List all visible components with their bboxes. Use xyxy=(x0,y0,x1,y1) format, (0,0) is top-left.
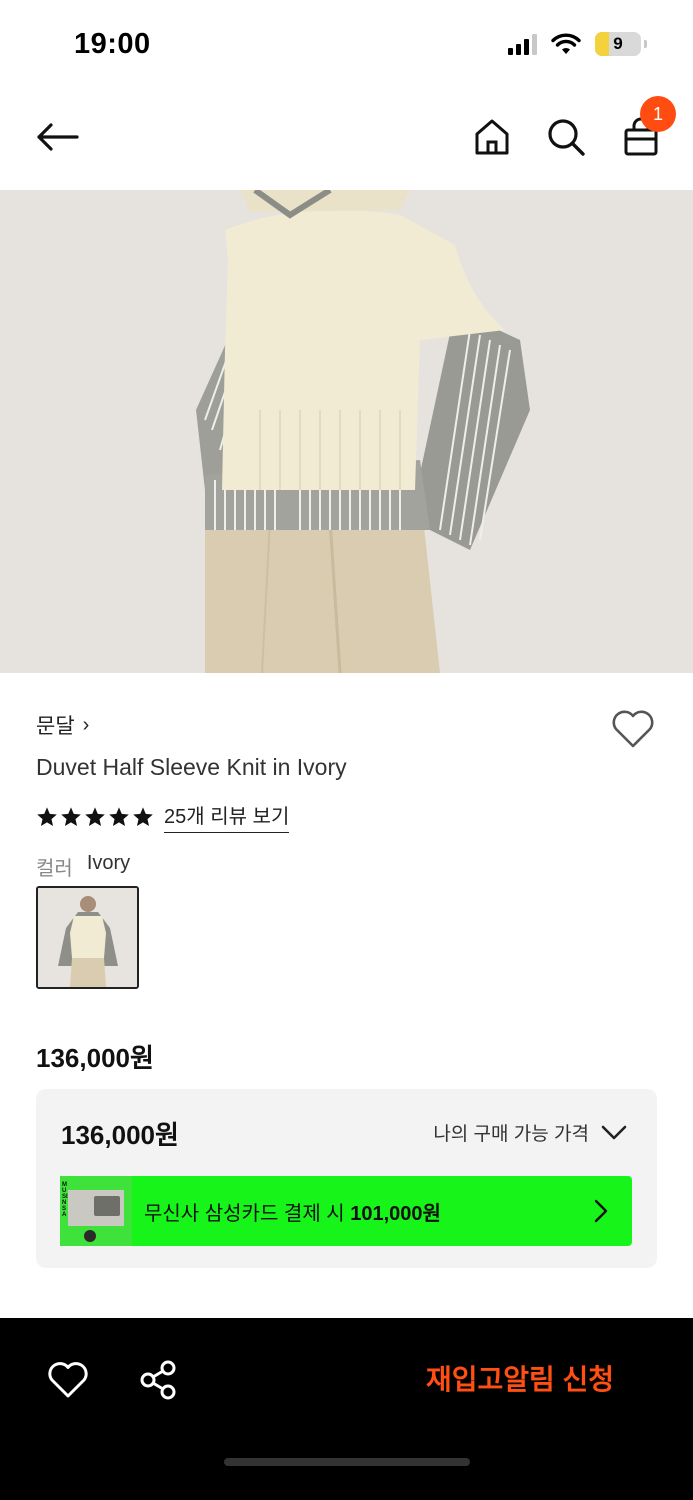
top-nav-header xyxy=(0,90,693,190)
price-box-price: 136,000원 xyxy=(61,1120,179,1150)
product-title: Duvet Half Sleeve Knit in Ivory xyxy=(36,754,347,780)
status-icons: 9 xyxy=(508,32,647,56)
back-arrow-icon xyxy=(37,123,79,151)
home-icon xyxy=(475,119,509,155)
share-button[interactable] xyxy=(136,1358,180,1402)
review-link[interactable]: 25개 리뷰 보기 xyxy=(164,800,290,833)
status-time: 19:00 xyxy=(74,28,151,60)
color-swatch-ivory[interactable] xyxy=(36,886,139,989)
product-image[interactable] xyxy=(0,190,693,673)
chevron-right-icon: › xyxy=(82,713,90,736)
heart-icon xyxy=(48,1362,88,1398)
brand-name: 문달 xyxy=(36,715,75,738)
cellular-signal-icon xyxy=(508,33,537,55)
status-bar: 19:00 9 xyxy=(0,0,693,90)
wifi-icon xyxy=(551,33,581,54)
heart-icon xyxy=(612,710,654,748)
wishlist-button[interactable] xyxy=(610,706,656,752)
card-thumbnail: MUSINSA xyxy=(60,1176,132,1246)
card-offer-text: 무신사 삼성카드 결제 시 101,000원 xyxy=(144,1197,441,1226)
card-offer-prefix: 무신사 삼성카드 결제 시 xyxy=(144,1202,351,1225)
card-offer-banner[interactable]: MUSINSA 무신사 삼성카드 결제 시 101,000원 xyxy=(60,1176,632,1246)
swatch-thumbnail xyxy=(38,888,137,987)
bottom-wishlist-button[interactable] xyxy=(46,1358,90,1402)
card-offer-price: 101,000원 xyxy=(350,1202,441,1225)
chevron-right-icon xyxy=(594,1199,608,1223)
star-icon xyxy=(109,806,129,826)
my-price-label: 나의 구매 가능 가격 xyxy=(433,1124,589,1145)
card-thumb-text: MUSINSA xyxy=(62,1182,68,1218)
search-icon xyxy=(548,119,585,156)
search-button[interactable] xyxy=(541,112,591,162)
home-indicator xyxy=(224,1458,470,1466)
chevron-down-icon xyxy=(601,1125,627,1139)
star-icon xyxy=(37,806,57,826)
brand-link[interactable]: 문달 › xyxy=(36,710,89,740)
star-icon xyxy=(85,806,105,826)
rating-stars xyxy=(36,806,154,828)
color-row: 컬러 Ivory xyxy=(36,852,130,881)
star-icon xyxy=(133,806,153,826)
color-label: 컬러 xyxy=(36,858,73,880)
home-button[interactable] xyxy=(467,112,517,162)
battery-icon: 9 xyxy=(595,32,641,56)
product-price: 136,000원 xyxy=(36,1043,154,1073)
bottom-action-bar: 재입고알림 신청 xyxy=(0,1318,693,1500)
battery-level: 9 xyxy=(613,34,623,53)
restock-alert-button[interactable]: 재입고알림 신청 xyxy=(400,1358,640,1402)
price-box: 136,000원 나의 구매 가능 가격 MUSINSA 무신사 삼성카드 결제… xyxy=(36,1089,657,1268)
product-photo xyxy=(0,190,693,673)
share-icon xyxy=(140,1360,176,1400)
cart-count-badge: 1 xyxy=(640,96,676,132)
color-value: Ivory xyxy=(86,852,131,874)
star-icon xyxy=(61,806,81,826)
rating-row: 25개 리뷰 보기 xyxy=(36,800,290,833)
my-price-dropdown[interactable]: 나의 구매 가능 가격 xyxy=(433,1119,627,1146)
back-button[interactable] xyxy=(34,114,80,160)
